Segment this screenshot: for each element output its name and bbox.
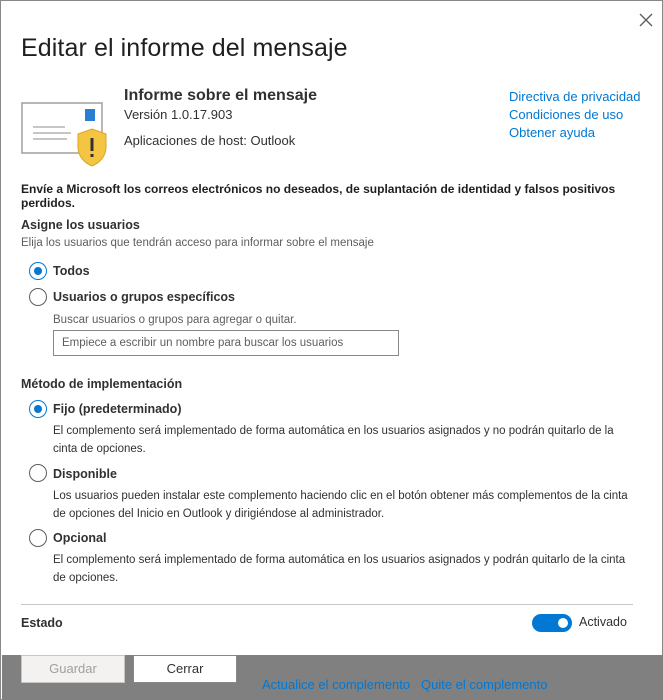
app-links: Directiva de privacidad Condiciones de u… bbox=[509, 88, 641, 142]
terms-of-use-link[interactable]: Condiciones de uso bbox=[509, 106, 641, 124]
app-version: Versión 1.0.17.903 bbox=[124, 107, 233, 122]
status-toggle[interactable] bbox=[532, 614, 572, 632]
radio-label-available[interactable]: Disponible bbox=[53, 467, 117, 481]
radio-label-optional[interactable]: Opcional bbox=[53, 531, 106, 545]
search-users-input[interactable] bbox=[53, 330, 399, 356]
radio-optional[interactable] bbox=[29, 529, 47, 547]
radio-available[interactable] bbox=[29, 464, 47, 482]
save-button[interactable]: Guardar bbox=[21, 655, 125, 683]
radio-label-fixed[interactable]: Fijo (predeterminado) bbox=[53, 402, 181, 416]
radio-desc-optional: El complemento será implementado de form… bbox=[53, 554, 626, 584]
radio-label-specific-users[interactable]: Usuarios o grupos específicos bbox=[53, 290, 235, 304]
divider bbox=[21, 604, 633, 605]
dialog: Editar el informe del mensaje Informe so… bbox=[0, 0, 663, 700]
radio-desc-available: Los usuarios pueden instalar este comple… bbox=[53, 490, 628, 520]
get-help-link[interactable]: Obtener ayuda bbox=[509, 124, 641, 142]
update-addin-link[interactable]: Actualice el complemento bbox=[262, 677, 410, 692]
description: Envíe a Microsoft los correos electrónic… bbox=[21, 182, 616, 210]
assign-users-subtitle: Elija los usuarios que tendrán acceso pa… bbox=[21, 237, 374, 249]
remove-addin-link[interactable]: Quite el complemento bbox=[421, 677, 547, 692]
app-name: Informe sobre el mensaje bbox=[124, 87, 317, 104]
deployment-title: Método de implementación bbox=[21, 377, 183, 391]
radio-label-todos[interactable]: Todos bbox=[53, 264, 90, 278]
status-label: Estado bbox=[21, 616, 63, 630]
status-toggle-label: Activado bbox=[579, 615, 627, 629]
footer: Guardar Cerrar Actualice el complemento … bbox=[2, 655, 663, 700]
search-users-label: Buscar usuarios o grupos para agregar o … bbox=[53, 314, 297, 326]
radio-specific-users[interactable] bbox=[29, 288, 47, 306]
envelope-warning-icon bbox=[21, 99, 111, 169]
close-button[interactable]: Cerrar bbox=[133, 655, 237, 683]
close-icon[interactable] bbox=[637, 11, 655, 29]
dialog-title: Editar el informe del mensaje bbox=[21, 34, 348, 62]
radio-fixed[interactable] bbox=[29, 400, 47, 418]
assign-users-title: Asigne los usuarios bbox=[21, 218, 140, 232]
radio-desc-fixed: El complemento será implementado de form… bbox=[53, 425, 614, 455]
privacy-policy-link[interactable]: Directiva de privacidad bbox=[509, 88, 641, 106]
radio-todos[interactable] bbox=[29, 262, 47, 280]
app-host: Aplicaciones de host: Outlook bbox=[124, 133, 296, 148]
